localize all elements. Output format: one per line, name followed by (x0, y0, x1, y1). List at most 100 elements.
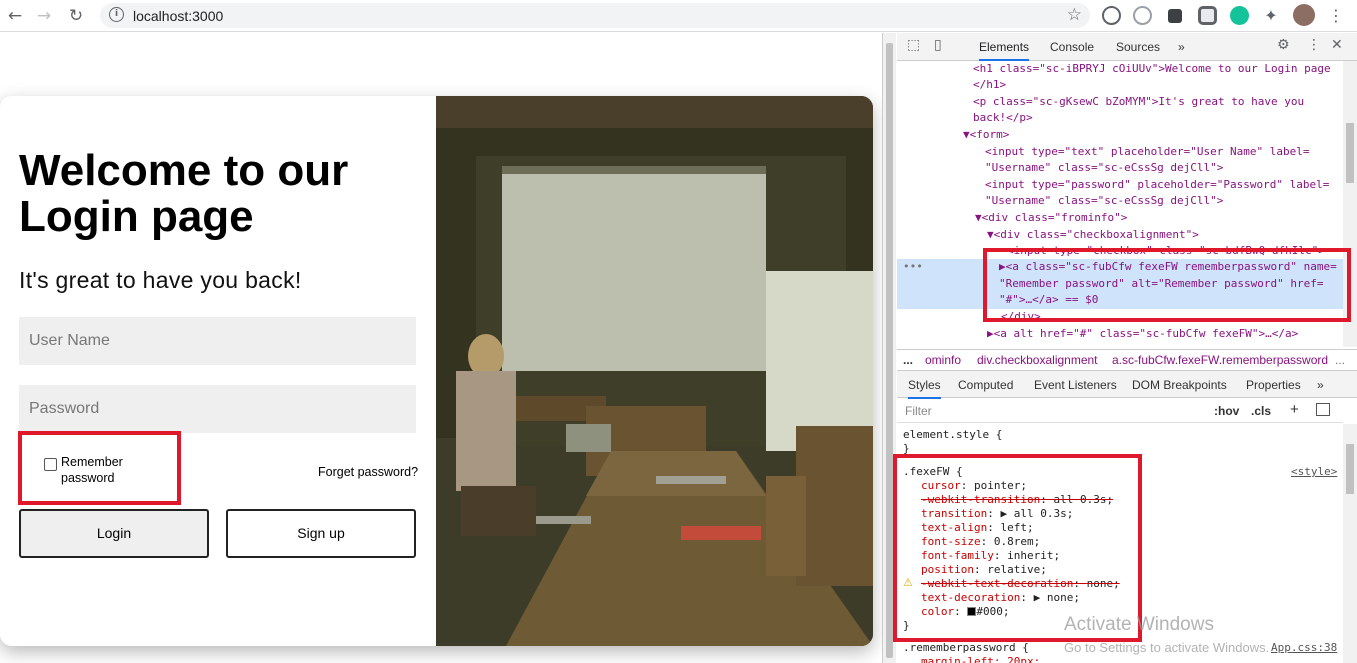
forget-password-link[interactable]: Forget password? (318, 465, 418, 479)
css-property[interactable]: color: #000; (921, 605, 1010, 619)
kebab-menu-icon[interactable]: ⋮ (1307, 37, 1321, 53)
css-property[interactable]: cursor: pointer; (921, 479, 1027, 493)
dom-line[interactable]: <input type="text" placeholder="User Nam… (985, 144, 1310, 161)
star-icon[interactable]: ☆ (1067, 5, 1082, 25)
web-page: Welcome to our Login page It's great to … (0, 33, 882, 663)
tab-styles[interactable]: Styles (908, 378, 941, 399)
dom-line[interactable]: <input type="checkbox" class="sc-bdfBwQ … (1007, 243, 1325, 260)
css-property[interactable]: text-decoration: ▶ none; (921, 591, 1080, 605)
inspect-element-icon[interactable]: ⬚ (907, 37, 920, 53)
password-input[interactable] (19, 385, 416, 433)
scrollbar-thumb[interactable] (886, 43, 893, 658)
style-source-link[interactable]: App.css:38 (1271, 641, 1337, 655)
tab-elements[interactable]: Elements (979, 40, 1030, 61)
dom-line[interactable]: <input type="password" placeholder="Pass… (985, 177, 1329, 194)
css-property[interactable]: transition: ▶ all 0.3s; (921, 507, 1073, 521)
elements-scrollbar[interactable] (1343, 61, 1357, 347)
meeting-room-photo (436, 96, 873, 646)
avatar[interactable] (1293, 4, 1315, 26)
breadcrumb-item[interactable]: ominfo (925, 350, 961, 370)
kebab-menu-icon[interactable]: ⋮ (1325, 5, 1347, 27)
filter-input[interactable]: Filter (905, 404, 932, 418)
css-property[interactable]: margin-left: 20px; (921, 655, 1040, 663)
puzzle-icon[interactable]: ✦ (1260, 5, 1282, 27)
dom-line[interactable]: </div> (1001, 309, 1041, 326)
username-input[interactable] (19, 317, 416, 365)
dom-line[interactable]: "Username" class="sc-eCssSg dejCll"> (985, 193, 1223, 210)
css-property-overridden[interactable]: -webkit-transition: all 0.3s; (921, 493, 1113, 507)
scrollbar-thumb[interactable] (1346, 444, 1354, 494)
tab-console[interactable]: Console (1050, 40, 1094, 54)
back-icon[interactable]: ← (4, 5, 26, 27)
dom-line[interactable]: ▼<form> (963, 127, 1009, 144)
watermark-title: Activate Windows (1064, 614, 1214, 635)
page-title: Welcome to our Login page (19, 146, 349, 241)
info-icon[interactable]: i (109, 7, 124, 22)
breadcrumb-item[interactable]: div.checkboxalignment (977, 350, 1098, 370)
dom-line[interactable]: <h1 class="sc-iBPRYJ cOiUUv">Welcome to … (973, 61, 1331, 78)
tab-event-listeners[interactable]: Event Listeners (1034, 378, 1117, 392)
css-property[interactable]: text-align: left; (921, 521, 1034, 535)
warning-icon[interactable]: ⚠ (903, 576, 913, 590)
page-subtitle: It's great to have you back! (19, 267, 302, 293)
new-rule-icon[interactable]: + (1290, 401, 1299, 418)
forward-icon[interactable]: → (33, 5, 55, 27)
dom-dots[interactable]: ••• (903, 259, 923, 276)
remember-password-link[interactable]: Remember password (61, 454, 151, 486)
grammarly-icon[interactable] (1230, 6, 1249, 25)
more-tabs-icon[interactable]: » (1317, 378, 1324, 392)
styles-tabbar: Styles Computed Event Listeners DOM Brea… (897, 371, 1357, 399)
css-property[interactable]: position: relative; (921, 563, 1047, 577)
dom-line-selected[interactable]: ▶<a class="sc-fubCfw fexeFW rememberpass… (999, 259, 1337, 276)
more-tabs-icon[interactable]: » (1178, 40, 1185, 54)
address-bar[interactable]: i localhost:3000 ☆ (100, 3, 1090, 28)
extension-icon[interactable] (1168, 9, 1182, 23)
signup-button[interactable]: Sign up (226, 509, 416, 558)
element-style-rule[interactable]: element.style { (903, 428, 1002, 442)
sidebar-toggle-icon[interactable] (1316, 403, 1330, 416)
cls-toggle[interactable]: .cls (1251, 404, 1271, 418)
dom-line[interactable]: ▼<div class="checkboxalignment"> (987, 227, 1199, 244)
breadcrumb-item[interactable]: ... (1335, 350, 1345, 370)
remember-checkbox[interactable] (44, 458, 57, 471)
tab-dom-breakpoints[interactable]: DOM Breakpoints (1132, 378, 1227, 392)
device-toolbar-icon[interactable]: ▯ (934, 37, 942, 53)
css-property[interactable]: font-family: inherit; (921, 549, 1060, 563)
url-text: localhost:3000 (133, 8, 224, 24)
style-source-link[interactable]: <style> (1291, 465, 1337, 479)
dom-line-selected[interactable]: "#">…</a> == $0 (999, 292, 1098, 309)
tab-sources[interactable]: Sources (1116, 40, 1160, 54)
hov-toggle[interactable]: :hov (1214, 404, 1239, 418)
dom-line[interactable]: "Username" class="sc-eCssSg dejCll"> (985, 160, 1223, 177)
dom-line[interactable]: <p class="sc-gKsewC bZoMYM">It's great t… (973, 94, 1304, 111)
dom-line[interactable]: </h1> (973, 77, 1006, 94)
styles-scrollbar[interactable] (1343, 424, 1357, 663)
reload-icon[interactable]: ↻ (65, 5, 87, 27)
breadcrumb-item[interactable]: a.sc-fubCfw.fexeFW.rememberpassword (1112, 350, 1328, 370)
dom-line[interactable]: ▶<a alt href="#" class="sc-fubCfw fexeFW… (987, 326, 1298, 343)
login-card: Welcome to our Login page It's great to … (0, 96, 873, 646)
rule-close: } (903, 442, 910, 455)
extension-icon[interactable] (1133, 6, 1152, 25)
screen: { "browser": { "url": "localhost:3000", … (0, 0, 1357, 663)
extension-icon[interactable] (1198, 6, 1217, 25)
css-selector[interactable]: .fexeFW { (903, 465, 963, 479)
login-button[interactable]: Login (19, 509, 209, 558)
tab-computed[interactable]: Computed (958, 378, 1013, 392)
dom-line-selected[interactable]: "Remember password" alt="Remember passwo… (999, 276, 1324, 293)
close-icon[interactable]: ✕ (1331, 37, 1343, 53)
gear-icon[interactable]: ⚙ (1277, 37, 1290, 53)
watermark-subtitle: Go to Settings to activate Windows. (1064, 640, 1270, 655)
page-scrollbar[interactable] (882, 33, 896, 663)
css-selector[interactable]: .rememberpassword { (903, 641, 1029, 655)
css-property-overridden[interactable]: -webkit-text-decoration: none; (921, 577, 1120, 591)
css-property[interactable]: font-size: 0.8rem; (921, 535, 1040, 549)
scrollbar-thumb[interactable] (1346, 123, 1354, 183)
styles-filter-bar: Filter :hov .cls + (897, 399, 1343, 423)
dom-line[interactable]: ▼<div class="frominfo"> (975, 210, 1127, 227)
breadcrumb-item[interactable]: ... (903, 350, 913, 370)
dom-line[interactable]: back!</p> (973, 110, 1033, 127)
login-form-panel: Welcome to our Login page It's great to … (0, 96, 436, 646)
tab-properties[interactable]: Properties (1246, 378, 1301, 392)
extension-icon[interactable] (1102, 6, 1121, 25)
